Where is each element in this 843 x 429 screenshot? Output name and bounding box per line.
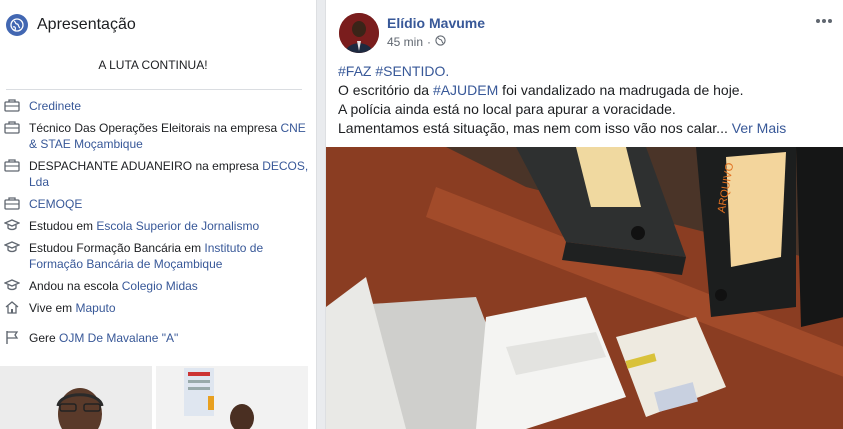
see-more-link[interactable]: Ver Mais [728,120,786,136]
intro-item-link[interactable]: Colegio Midas [122,279,198,293]
graduation-cap-icon [3,240,22,256]
intro-item-label: Andou na escola [29,279,122,293]
graduation-cap-icon [3,218,22,234]
intro-item-label: Técnico Das Operações Eleitorais na empr… [29,121,281,135]
more-options-button[interactable] [814,12,834,28]
intro-header: Apresentação [0,0,316,38]
post-text-segment: foi vandalizado na madrugada de hoje. [498,82,744,98]
bio-text: A LUTA CONTINUA! [98,58,208,72]
meta-separator: · [427,35,432,49]
intro-item-label: Estudou em [29,219,97,233]
post-text-line: A polícia ainda está no local para apura… [338,101,676,117]
author-name[interactable]: Elídio Mavume [387,15,485,31]
hashtag-link[interactable]: #FAZ #SENTIDO. [338,63,449,79]
intro-item-text: Vive em Maputo [29,300,312,316]
more-dots-icon [815,11,833,29]
intro-title: Apresentação [37,16,136,33]
post-photo[interactable]: ARQUIVO [326,147,843,429]
post-meta: 45 min · [387,35,446,49]
intro-card: Apresentação A LUTA CONTINUA! Credinete T… [0,0,317,429]
briefcase-icon [4,98,22,114]
intro-item: Vive em Maputo [0,300,316,316]
intro-item-text: Credinete [29,98,312,114]
intro-item: Andou na escola Colegio Midas [0,278,316,294]
intro-item: Credinete [0,98,316,114]
photo-thumbnail[interactable] [0,366,152,429]
intro-item-link[interactable]: Escola Superior de Jornalismo [96,219,259,233]
post-card: Elídio Mavume 45 min · #FAZ #SENTIDO. O … [325,0,843,429]
post-text-segment: O escritório da [338,82,433,98]
intro-list: Credinete Técnico Das Operações Eleitorai… [0,90,316,346]
intro-item: Técnico Das Operações Eleitorais na empr… [0,120,316,152]
intro-item: Estudou Formação Bancária em Instituto d… [0,240,316,272]
photo-grid [0,366,316,429]
post-body: #FAZ #SENTIDO. O escritório da #AJUDEM f… [338,62,828,138]
intro-item-label: Vive em [29,301,76,315]
intro-item-link[interactable]: Maputo [75,301,115,315]
intro-item: Gere OJM De Mavalane "A" [0,330,316,346]
photo-thumbnail[interactable] [156,366,308,429]
intro-item-label: DESPACHANTE ADUANEIRO na empresa [29,159,263,173]
intro-item: DESPACHANTE ADUANEIRO na empresa DECOS, … [0,158,316,190]
graduation-cap-icon [3,278,22,294]
briefcase-icon [4,120,22,136]
intro-item-link[interactable]: CEMOQE [29,197,82,211]
intro-item-text: Estudou Formação Bancária em Instituto d… [29,240,312,272]
public-globe-icon [435,35,446,49]
globe-icon [6,14,28,36]
intro-item-link[interactable]: OJM De Mavalane "A" [59,331,178,345]
intro-item-link[interactable]: Credinete [29,99,81,113]
avatar[interactable] [339,13,379,53]
post-text-line: Lamentamos está situação, mas nem com is… [338,120,728,136]
intro-item-label: Estudou Formação Bancária em [29,241,205,255]
intro-item: CEMOQE [0,196,316,212]
intro-item: Estudou em Escola Superior de Jornalismo [0,218,316,234]
intro-item-text: Andou na escola Colegio Midas [29,278,312,294]
intro-item-text: Estudou em Escola Superior de Jornalismo [29,218,312,234]
home-icon [4,300,22,316]
briefcase-icon [4,158,22,174]
flag-icon [4,330,22,346]
hashtag-link[interactable]: #AJUDEM [433,82,498,98]
intro-item-text: CEMOQE [29,196,312,212]
post-timestamp[interactable]: 45 min [387,35,423,49]
intro-item-text: Gere OJM De Mavalane "A" [29,330,312,346]
briefcase-icon [4,196,22,212]
intro-item-label: Gere [29,331,60,345]
intro-item-text: Técnico Das Operações Eleitorais na empr… [29,120,312,152]
intro-item-text: DESPACHANTE ADUANEIRO na empresa DECOS, … [29,158,312,190]
